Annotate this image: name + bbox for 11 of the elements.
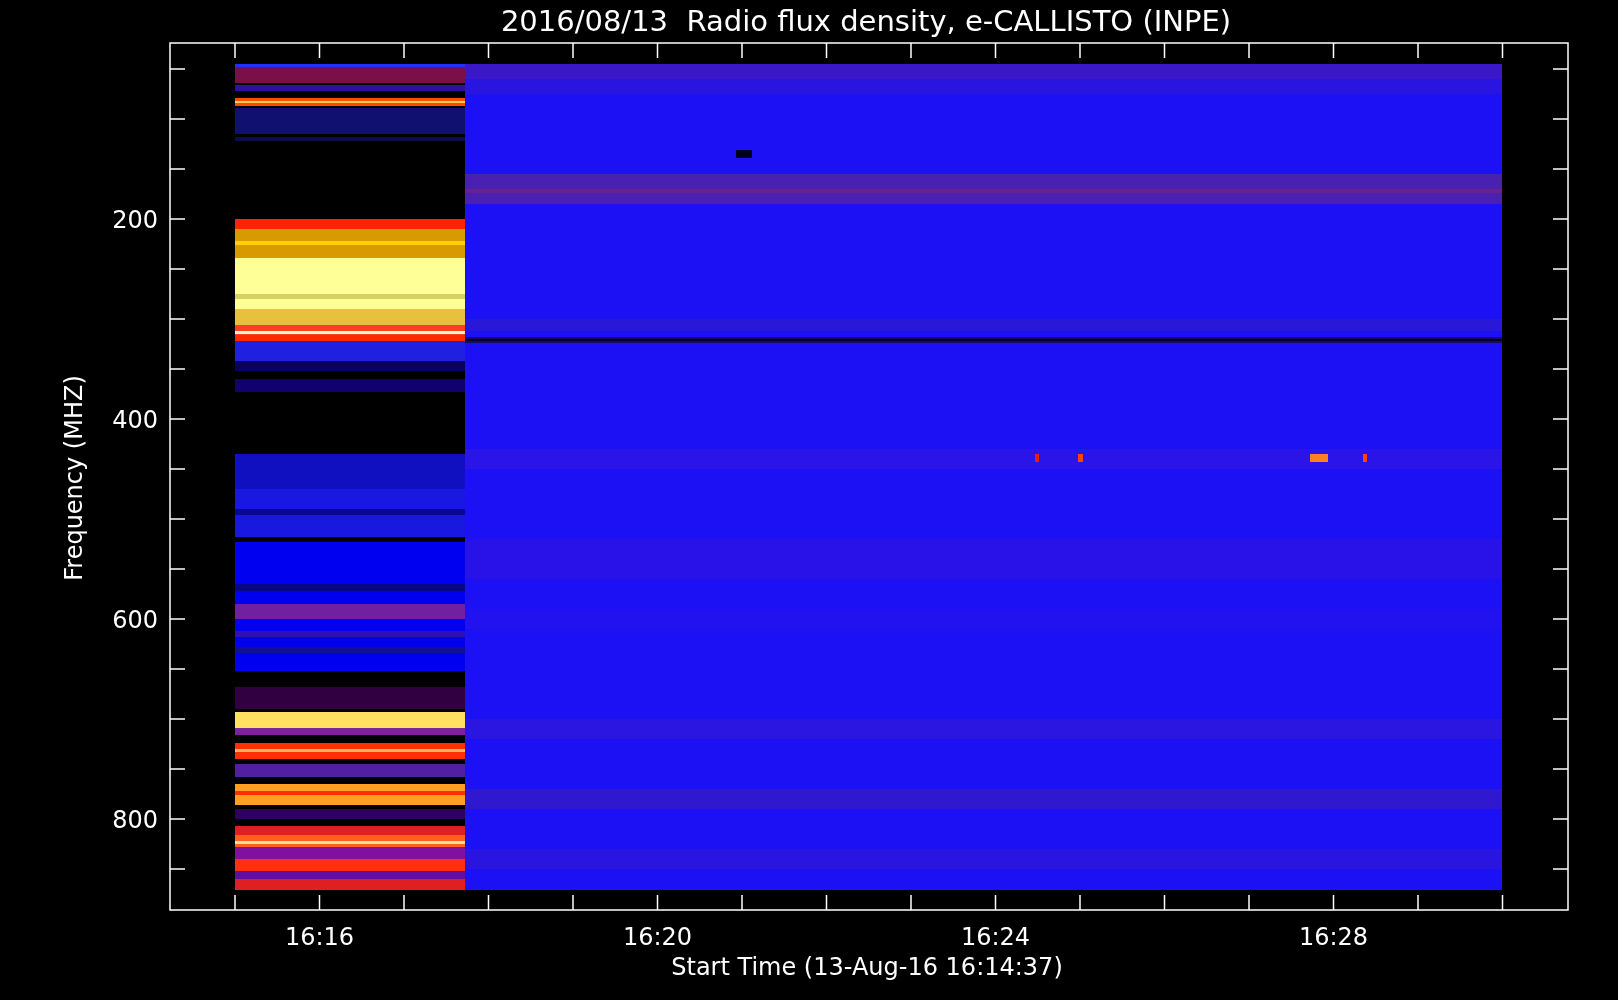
x-tick-label: 16:20 <box>622 923 693 951</box>
x-tick-label: 16:24 <box>960 923 1031 951</box>
y-tick-label: 400 <box>112 406 158 434</box>
x-axis-label: Start Time (13-Aug-16 16:14:37) <box>671 953 1063 981</box>
y-tick-label: 600 <box>112 606 158 634</box>
x-tick-label: 16:16 <box>284 923 355 951</box>
y-tick-label: 200 <box>112 206 158 234</box>
x-tick-label: 16:28 <box>1298 923 1369 951</box>
chart-title: 2016/08/13 Radio flux density, e-CALLISTO (INPE) <box>500 4 1232 38</box>
y-tick-label: 800 <box>112 806 158 834</box>
y-axis-label: Frequency (MHZ) <box>60 375 88 581</box>
